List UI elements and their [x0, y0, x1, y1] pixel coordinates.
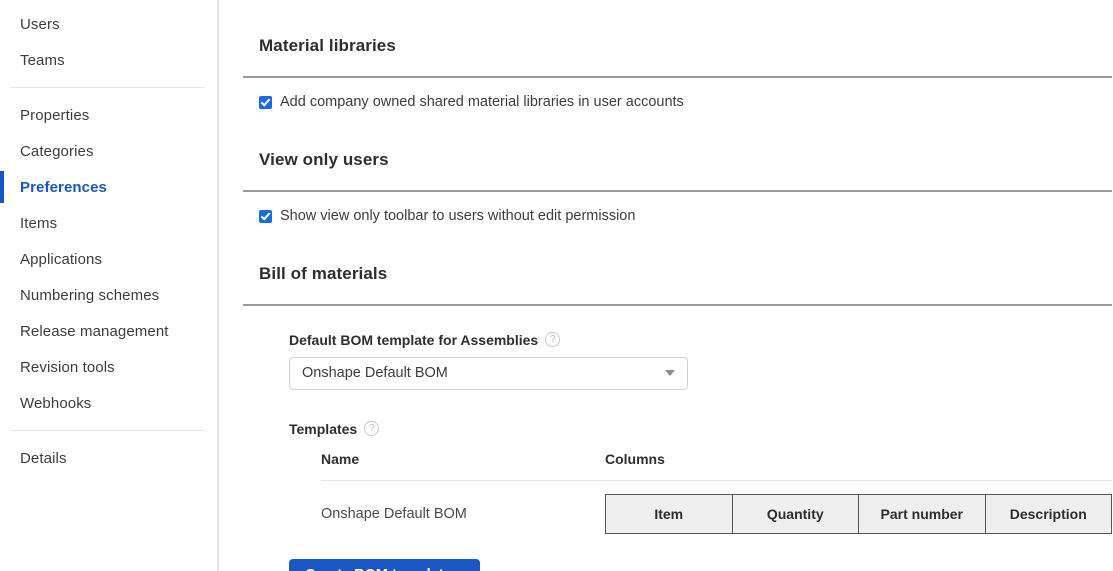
sidebar-item-revision-tools[interactable]: Revision tools	[0, 349, 217, 385]
page-title-bill-of-materials: Bill of materials	[259, 263, 388, 283]
page-title-material-libraries: Material libraries	[259, 36, 396, 56]
column-header-columns: Columns	[605, 450, 665, 467]
sidebar-item-label: Revision tools	[20, 358, 115, 376]
sidebar-item-users[interactable]: Users	[0, 6, 217, 42]
sidebar-divider	[10, 87, 205, 88]
templates-table: Name Columns Onshape Default BOM Item Qu…	[321, 451, 1112, 534]
sidebar-item-label: Details	[20, 449, 67, 467]
default-bom-template-select[interactable]: Onshape Default BOM	[289, 356, 688, 390]
sidebar-divider	[10, 430, 205, 431]
sidebar-item-label: Properties	[20, 106, 90, 124]
sidebar-item-label: Preferences	[20, 178, 107, 196]
sidebar-item-release-management[interactable]: Release management	[0, 313, 217, 349]
default-bom-template-label-row: Default BOM template for Assemblies ?	[289, 332, 1113, 348]
sidebar-item-categories[interactable]: Categories	[0, 133, 217, 169]
sidebar-item-numbering-schemes[interactable]: Numbering schemes	[0, 277, 217, 313]
column-chip-item[interactable]: Item	[605, 493, 732, 534]
sidebar-group-settings: Properties Categories Preferences Items …	[0, 97, 217, 421]
templates-label: Templates	[289, 420, 358, 437]
sidebar-item-label: Webhooks	[20, 394, 92, 412]
sidebar-item-items[interactable]: Items	[0, 205, 217, 241]
page-title-view-only-users: View only users	[259, 150, 389, 170]
default-bom-template-label: Default BOM template for Assemblies	[289, 331, 539, 348]
section-view-only-users: View only users Show view only toolbar t…	[219, 110, 1113, 224]
view-only-users-checkbox-label: Show view only toolbar to users without …	[280, 208, 636, 225]
column-chip-quantity[interactable]: Quantity	[731, 493, 858, 534]
create-bom-template-button[interactable]: Create BOM template...	[289, 558, 480, 571]
sidebar-group-accounts: Users Teams	[0, 6, 217, 78]
sidebar-item-webhooks[interactable]: Webhooks	[0, 385, 217, 421]
sidebar-item-preferences[interactable]: Preferences	[0, 169, 217, 205]
table-header-row: Name Columns	[321, 451, 1112, 480]
sidebar-item-properties[interactable]: Properties	[0, 97, 217, 133]
sidebar-item-label: Items	[20, 214, 58, 232]
main-content: Material libraries Add company owned sha…	[219, 0, 1113, 571]
section-bill-of-materials: Bill of materials Default BOM template f…	[219, 224, 1113, 571]
checkbox-icon-view-only-toolbar[interactable]	[259, 209, 272, 223]
column-chip-description[interactable]: Description	[984, 493, 1112, 534]
bom-body: Default BOM template for Assemblies ? On…	[243, 306, 1113, 571]
sidebar: Users Teams Properties Categories Prefer…	[0, 0, 219, 571]
sidebar-item-label: Teams	[20, 51, 65, 69]
sidebar-item-label: Numbering schemes	[20, 286, 160, 304]
sidebar-item-label: Applications	[20, 250, 103, 268]
view-only-users-checkbox-row[interactable]: Show view only toolbar to users without …	[243, 192, 1113, 224]
help-icon[interactable]: ?	[364, 421, 380, 437]
column-chip-part-number[interactable]: Part number	[858, 493, 985, 534]
sidebar-item-applications[interactable]: Applications	[0, 241, 217, 277]
column-header-name: Name	[321, 450, 360, 467]
settings-page: Users Teams Properties Categories Prefer…	[0, 0, 1113, 571]
sidebar-item-details[interactable]: Details	[0, 440, 217, 476]
sidebar-item-label: Categories	[20, 142, 94, 160]
template-name-cell: Onshape Default BOM	[321, 505, 467, 522]
sidebar-item-label: Release management	[20, 322, 169, 340]
default-bom-template-value: Onshape Default BOM	[302, 365, 448, 382]
templates-label-row: Templates ?	[289, 421, 1113, 437]
chevron-down-icon[interactable]	[665, 370, 675, 377]
material-libraries-checkbox-label: Add company owned shared material librar…	[280, 94, 684, 111]
help-icon[interactable]: ?	[545, 332, 561, 348]
template-columns-cell: Item Quantity Part number Description	[605, 493, 1112, 534]
sidebar-item-label: Users	[20, 15, 60, 33]
table-row: Onshape Default BOM Item Quantity Part n…	[321, 481, 1112, 534]
section-material-libraries: Material libraries Add company owned sha…	[219, 0, 1113, 110]
checkbox-icon-material-libraries[interactable]	[259, 95, 272, 109]
sidebar-item-teams[interactable]: Teams	[0, 42, 217, 78]
sidebar-group-details: Details	[0, 440, 217, 476]
material-libraries-checkbox-row[interactable]: Add company owned shared material librar…	[243, 78, 1113, 110]
